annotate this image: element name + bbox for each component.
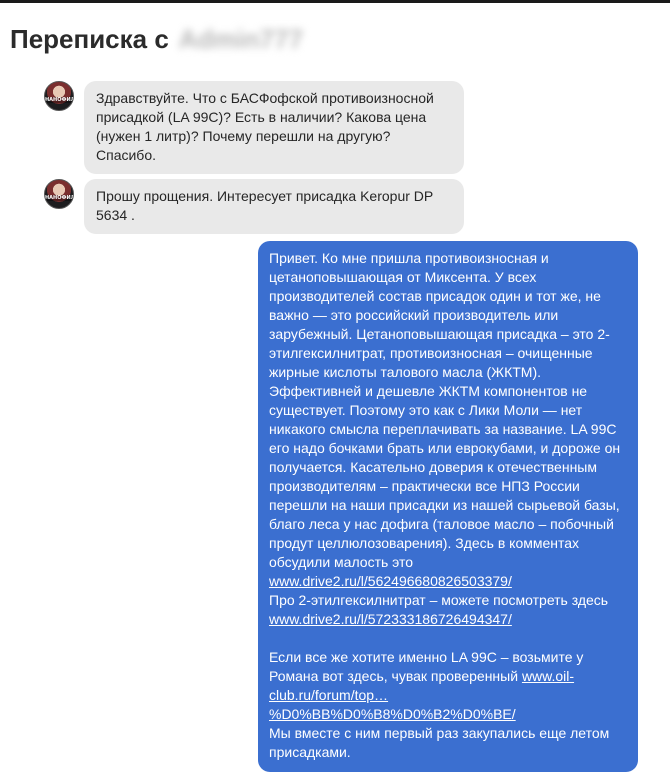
avatar[interactable]: НАНОФИЛЬ bbox=[44, 81, 74, 111]
conversation-header: Переписка с Admin777 bbox=[10, 23, 303, 55]
reply-paragraph: Мы вместе с ним первый раз закупались ещ… bbox=[269, 725, 610, 760]
drive2-link[interactable]: www.drive2.ru/l/572333186726494347/ bbox=[269, 611, 512, 627]
reply-paragraph: Если все же хотите именно LA 99C – возьм… bbox=[269, 649, 584, 722]
drive2-link[interactable]: www.drive2.ru/l/562496680826503379/ bbox=[269, 573, 512, 589]
reply-paragraph: Привет. Ко мне пришла противоизносная и … bbox=[269, 250, 621, 570]
message-bubble: Здравствуйте. Что с БАСФофской противоиз… bbox=[84, 81, 464, 174]
avatar-label: НАНОФИЛЬ bbox=[45, 97, 73, 103]
page-title: Переписка с bbox=[10, 24, 169, 54]
outgoing-message-bubble: Привет. Ко мне пришла противоизносная и … bbox=[258, 241, 638, 772]
incoming-message: НАНОФИЛЬ Здравствуйте. Что с БАСФофской … bbox=[44, 81, 464, 174]
blurred-username[interactable]: Admin777 bbox=[179, 23, 303, 55]
reply-line: Про 2-этилгексилнитрат – можете посмотре… bbox=[269, 592, 609, 608]
incoming-message: НАНОФИЛЬ Прошу прощения. Интересует прис… bbox=[44, 179, 464, 234]
message-bubble: Прошу прощения. Интересует присадка Kero… bbox=[84, 179, 464, 234]
avatar-label: НАНОФИЛЬ bbox=[45, 195, 73, 201]
avatar[interactable]: НАНОФИЛЬ bbox=[44, 179, 74, 209]
